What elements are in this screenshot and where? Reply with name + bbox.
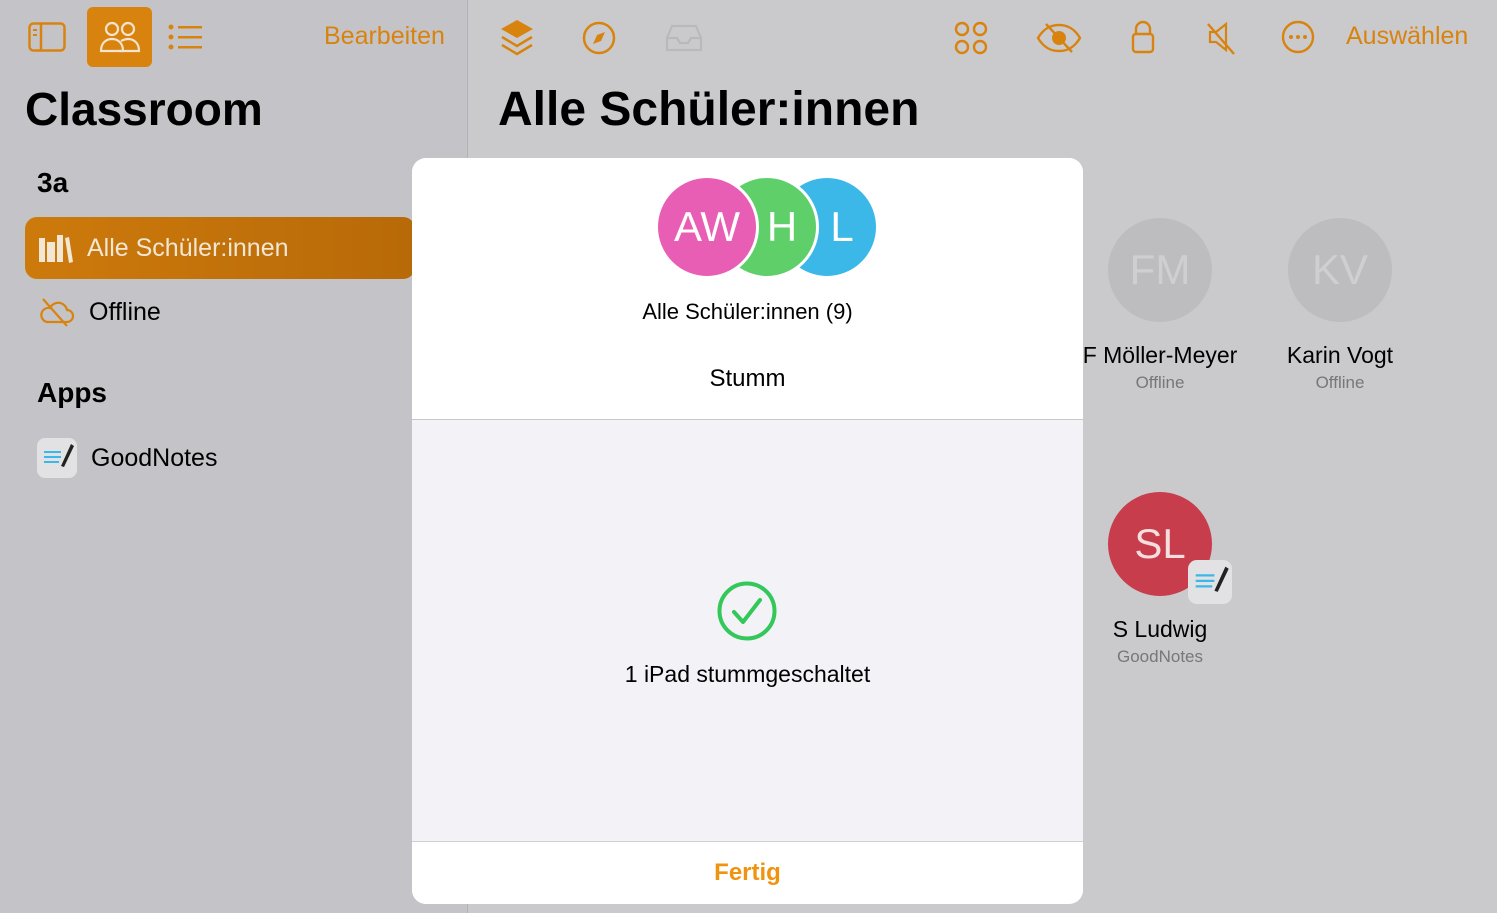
student-tile[interactable]: SL S Ludwig GoodNotes [1070, 492, 1250, 667]
edit-button[interactable]: Bearbeiten [324, 22, 445, 51]
checkmark-circle-icon [717, 581, 777, 641]
group-label: Alle Schüler:innen (9) [642, 299, 853, 324]
sidebar-item-all-students[interactable]: Alle Schüler:innen [25, 217, 415, 279]
student-status: Offline [1315, 373, 1365, 392]
apps-header: Apps [37, 377, 107, 408]
more-icon[interactable] [1281, 20, 1315, 54]
sidebar: Bearbeiten Classroom 3a Alle Schüler:inn… [0, 0, 468, 913]
goodnotes-icon [37, 438, 77, 478]
layers-icon[interactable] [499, 18, 535, 56]
action-label: Stumm [709, 365, 786, 392]
tray-icon[interactable] [665, 24, 703, 52]
sidebar-item-label: GoodNotes [91, 443, 218, 472]
speaker-mute-icon[interactable] [1206, 20, 1236, 56]
eye-slash-icon[interactable] [1036, 22, 1082, 54]
student-tile[interactable]: KV Karin Vogt Offline [1250, 218, 1430, 393]
student-status: Offline [1135, 373, 1185, 392]
student-tile[interactable]: FM F Möller-Meyer Offline [1070, 218, 1250, 393]
result-message: 1 iPad stummgeschaltet [624, 661, 871, 687]
people-view-button[interactable] [87, 7, 152, 67]
mute-dialog: L H AW Alle Schüler:innen (9) Stumm 1 iP… [412, 158, 1083, 904]
student-name: Karin Vogt [1286, 342, 1394, 368]
done-button[interactable]: Fertig [412, 841, 1083, 904]
select-button[interactable]: Auswählen [1346, 22, 1468, 51]
sidebar-toggle-icon[interactable] [28, 22, 66, 52]
page-title: Alle Schüler:innen [498, 83, 920, 136]
student-name: S Ludwig [1112, 616, 1208, 642]
student-name: F Möller-Meyer [1082, 342, 1238, 368]
goodnotes-badge-icon [1188, 560, 1232, 604]
people-icon [99, 21, 141, 53]
sidebar-item-label: Alle Schüler:innen [87, 233, 289, 262]
sidebar-item-offline[interactable]: Offline [25, 281, 415, 343]
cloud-slash-icon [40, 298, 75, 327]
books-icon [39, 235, 73, 263]
lock-icon[interactable] [1131, 20, 1155, 54]
student-status: GoodNotes [1117, 647, 1203, 666]
list-icon[interactable] [168, 24, 204, 50]
compass-icon[interactable] [582, 21, 616, 55]
avatar: KV [1288, 218, 1392, 322]
avatar: AW [655, 175, 759, 279]
apps-grid-icon[interactable] [954, 21, 988, 55]
sidebar-item-goodnotes[interactable]: GoodNotes [25, 427, 415, 489]
sidebar-item-label: Offline [89, 297, 161, 326]
avatar: FM [1108, 218, 1212, 322]
group-header: 3a [37, 167, 69, 198]
sidebar-title: Classroom [25, 83, 263, 135]
